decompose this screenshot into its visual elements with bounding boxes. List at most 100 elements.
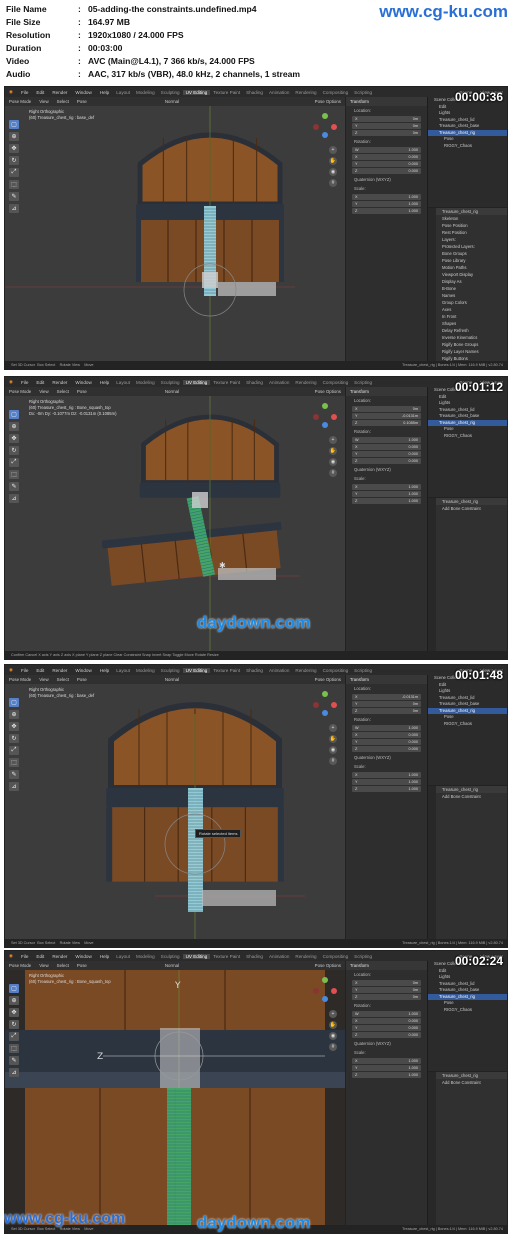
rotation-qx-field[interactable]: X 0.000 [352,154,421,160]
property-row[interactable]: Rigify Layer Names [428,348,507,355]
property-row[interactable]: Shapes [428,320,507,327]
property-row[interactable]: Motion Paths [428,264,507,271]
workspace-tab[interactable]: Shading [243,668,266,673]
rotate-tool-icon[interactable]: ↻ [9,1020,19,1029]
armature-name-field[interactable]: Treasure_chest_rig [428,1072,507,1079]
location-y-field[interactable]: Y 0m [352,123,421,129]
y-axis-icon[interactable] [322,403,328,409]
zoom-icon[interactable]: + [329,146,337,154]
menu-item[interactable]: Edit [32,380,48,385]
x-axis-icon[interactable] [331,414,337,420]
menu-item[interactable]: File [17,668,32,673]
rotation-qy-field[interactable]: Y 0.000 [352,1025,421,1031]
workspace-tab[interactable]: Compositing [320,90,352,95]
move-tool-icon[interactable]: ✥ [9,1008,19,1017]
property-row[interactable]: Bone Groups [428,250,507,257]
property-row[interactable]: Add Bone Constraint [428,793,507,800]
menu-item[interactable]: File [17,954,32,959]
location-z-field[interactable]: Z 0.1085m [352,420,421,426]
workspace-tab[interactable]: UV Editing [182,379,211,385]
x-axis-icon[interactable] [331,702,337,708]
header-menu[interactable]: Select [53,963,73,968]
header-menu[interactable]: View [35,389,52,394]
workspace-tab[interactable]: Scripting [351,380,375,385]
blender-logo-icon[interactable]: ◉ [5,667,17,673]
workspace-tab[interactable]: Shading [243,954,266,959]
header-menu[interactable]: Pose [73,99,91,104]
pan-hand-icon[interactable]: ✋ [329,157,337,165]
workspace-tab[interactable]: Rendering [292,380,319,385]
property-row[interactable]: Add Bone Constraint [428,505,507,512]
rotation-qy-field[interactable]: Y 0.000 [352,161,421,167]
property-row[interactable]: Layers: [428,236,507,243]
pose-options-dropdown[interactable]: Pose Options [311,963,345,968]
3d-viewport[interactable]: Right Orthographic (60) Treasure_chest_ri… [5,684,345,941]
scale-sx-field[interactable]: X 1.000 [352,772,421,778]
menu-item[interactable]: File [17,90,32,95]
zoom-icon[interactable]: + [329,436,337,444]
properties-tabs[interactable] [428,498,436,653]
navigation-gizmo[interactable] [311,690,339,718]
armature-name-field[interactable]: Treasure_chest_rig [428,498,507,505]
header-menu[interactable]: Pose Mode [5,963,35,968]
property-row[interactable]: Rigify Bone Groups [428,341,507,348]
annotate-tool-icon[interactable]: ✎ [9,482,19,491]
zoom-icon[interactable]: + [329,1010,337,1018]
rotate-tool-icon[interactable]: ↻ [9,734,19,743]
menu-item[interactable]: File [17,380,32,385]
workspace-tab[interactable]: UV Editing [182,953,211,959]
measure-tool-icon[interactable]: ⊿ [9,782,19,791]
property-row[interactable]: B-Bone [428,285,507,292]
location-x-field[interactable]: X 0m [352,406,421,412]
scale-sy-field[interactable]: Y 1.000 [352,1065,421,1071]
orientation-dropdown[interactable]: Normal [161,963,183,968]
y-axis-icon[interactable] [322,977,328,983]
orientation-dropdown[interactable]: Normal [161,677,183,682]
menu-item[interactable]: Edit [32,954,48,959]
pan-hand-icon[interactable]: ✋ [329,1021,337,1029]
menu-item[interactable]: Help [96,954,113,959]
blender-logo-icon[interactable]: ◉ [5,953,17,959]
move-tool-icon[interactable]: ✥ [9,144,19,153]
annotate-tool-icon[interactable]: ✎ [9,1056,19,1065]
workspace-tab[interactable]: Animation [266,380,292,385]
rotation-qz-field[interactable]: Z 0.000 [352,168,421,174]
property-row[interactable]: In Front [428,313,507,320]
scale-sz-field[interactable]: Z 1.000 [352,786,421,792]
blender-logo-icon[interactable]: ◉ [5,379,17,385]
header-menu[interactable]: Select [53,677,73,682]
workspace-tab[interactable]: Modeling [133,954,158,959]
workspace-tab[interactable]: UV Editing [182,89,211,95]
property-row[interactable]: Names [428,292,507,299]
header-menu[interactable]: Select [53,389,73,394]
z-axis-icon[interactable] [322,996,328,1002]
header-menu[interactable]: Pose [73,389,91,394]
navigation-gizmo[interactable] [311,976,339,1004]
menu-item[interactable]: Window [71,380,95,385]
menu-item[interactable]: Render [48,668,71,673]
workspace-tab[interactable]: Layout [113,954,133,959]
cursor-tool-icon[interactable]: ⊕ [9,132,19,141]
location-y-field[interactable]: Y 0m [352,701,421,707]
location-z-field[interactable]: Z 0m [352,130,421,136]
scale-tool-icon[interactable]: ⤢ [9,746,19,755]
z-axis-icon[interactable] [322,422,328,428]
property-row[interactable]: Delay Refresh [428,327,507,334]
workspace-tab[interactable]: Sculpting [158,90,183,95]
property-row[interactable]: Rest Position [428,229,507,236]
workspace-tab[interactable]: Modeling [133,380,158,385]
workspace-tab[interactable]: Shading [243,90,266,95]
camera-icon[interactable]: ◉ [329,746,337,754]
header-menu[interactable]: Pose Mode [5,389,35,394]
workspace-tab[interactable]: Scripting [351,90,375,95]
3d-viewport[interactable]: Z Y Right Orthographic (60) Treasure_chest_… [5,970,345,1227]
header-menu[interactable]: Pose [73,677,91,682]
scale-sx-field[interactable]: X 1.000 [352,194,421,200]
grid-icon[interactable]: # [329,179,337,187]
workspace-tab[interactable]: Compositing [320,954,352,959]
rotate-tool-icon[interactable]: ↻ [9,446,19,455]
property-row[interactable]: Display As [428,278,507,285]
measure-tool-icon[interactable]: ⊿ [9,1068,19,1077]
outliner-item[interactable]: RIGGY_Chaos [428,721,507,728]
navigation-gizmo[interactable] [311,402,339,430]
